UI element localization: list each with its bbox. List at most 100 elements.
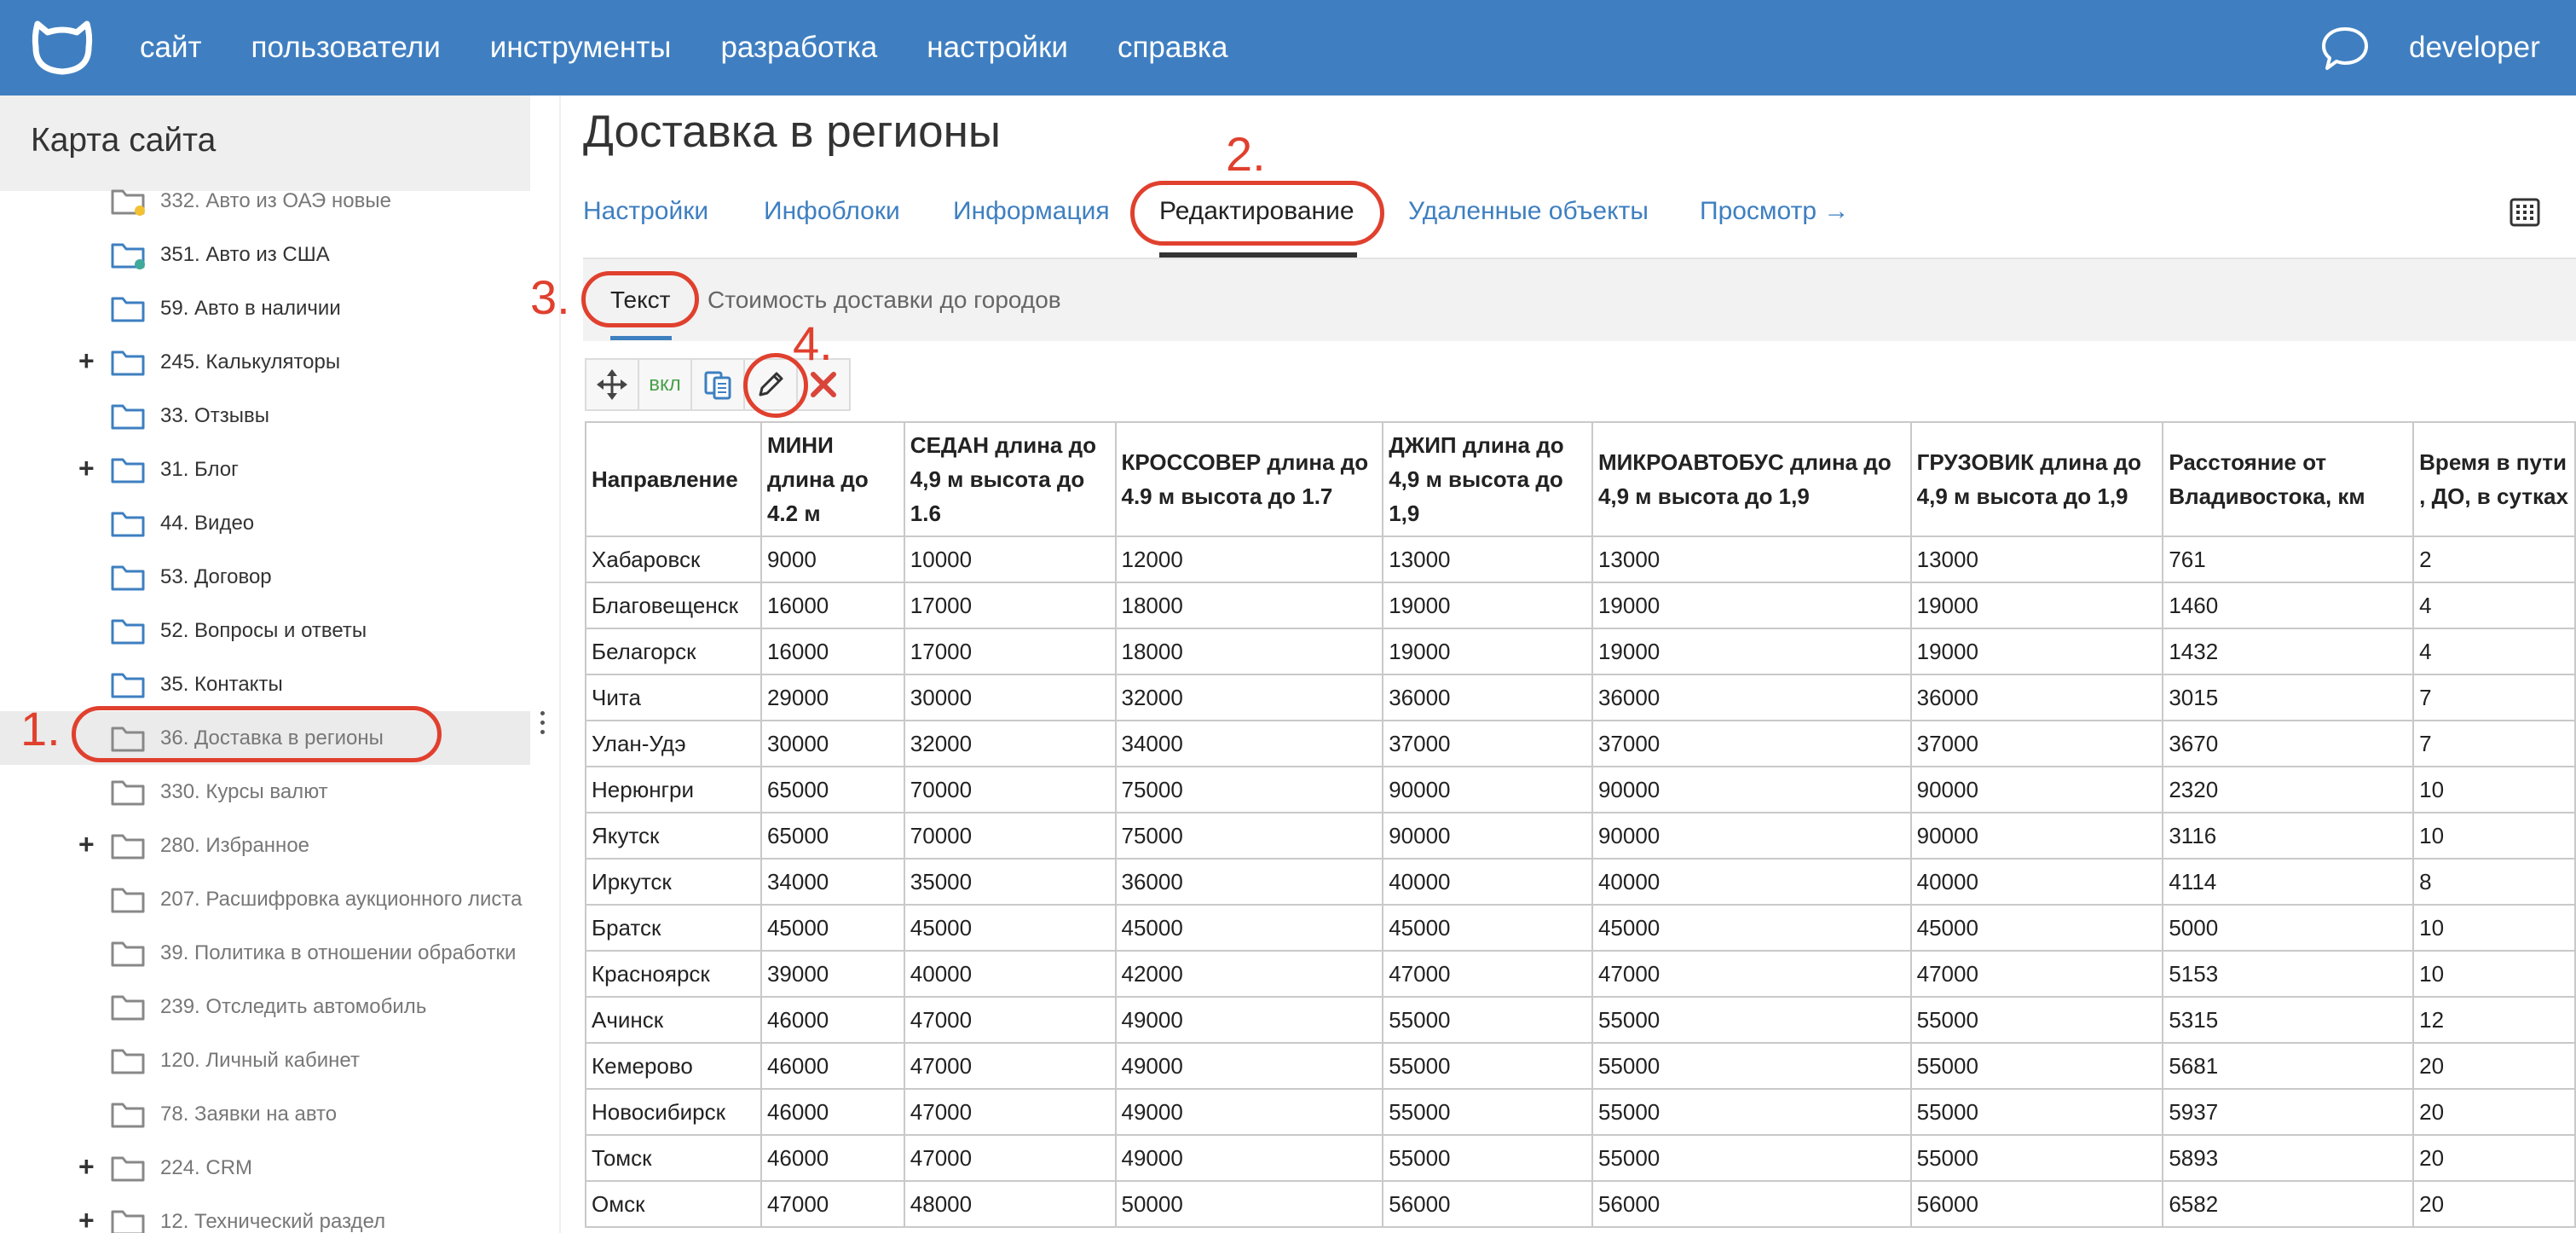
nav-tools[interactable]: инструменты <box>490 31 672 65</box>
nav-users[interactable]: пользователи <box>251 31 441 65</box>
table-cell: 20 <box>2412 1180 2576 1228</box>
table-cell: 49000 <box>1114 1088 1384 1136</box>
table-cell: 18000 <box>1114 628 1384 675</box>
expand-plus-icon[interactable]: + <box>78 451 95 485</box>
tab-preview[interactable]: Просмотр → <box>1700 188 1849 235</box>
chat-bubble-icon[interactable] <box>2320 26 2370 72</box>
table-cell: 10 <box>2412 904 2576 952</box>
table-cell: 48000 <box>903 1180 1117 1228</box>
sidebar-tree-item[interactable]: 78. Заявки на авто <box>0 1087 530 1141</box>
nav-site[interactable]: сайт <box>140 31 202 65</box>
close-icon <box>811 372 836 397</box>
table-cell: 36000 <box>1382 674 1593 721</box>
sidebar-tree-item-label: 59. Авто в наличии <box>160 297 341 320</box>
table-header-cell: Направление <box>585 421 762 537</box>
sidebar-tree-item[interactable]: 351. Авто из США <box>0 228 530 281</box>
expand-plus-icon[interactable]: + <box>78 1203 95 1233</box>
tab-infoblocks[interactable]: Инфоблоки <box>764 188 900 235</box>
expand-plus-icon[interactable]: + <box>78 1149 95 1184</box>
table-cell: Кемерово <box>585 1042 762 1090</box>
tab-settings[interactable]: Настройки <box>583 188 708 235</box>
table-row: Красноярск 39000 40000 42000 47000 47000 47000… <box>585 950 2576 998</box>
sidebar-tree-item[interactable]: +31. Блог <box>0 443 530 496</box>
table-cell: 3116 <box>2162 812 2415 860</box>
folder-icon <box>111 188 145 216</box>
sidebar-divider <box>559 96 561 1233</box>
move-button[interactable] <box>585 358 639 411</box>
table-cell: Братск <box>585 904 762 952</box>
cat-logo-icon[interactable] <box>31 19 94 77</box>
sidebar-tree-item[interactable]: 35. Контакты <box>0 657 530 711</box>
sidebar-tree-item[interactable]: 239. Отследить автомобиль <box>0 980 530 1033</box>
table-cell: 55000 <box>1382 1134 1593 1182</box>
sidebar-tree-item[interactable]: +245. Калькуляторы <box>0 335 530 389</box>
table-cell: 46000 <box>760 1134 905 1182</box>
nav-development[interactable]: разработка <box>720 31 877 65</box>
table-cell: 47000 <box>1382 950 1593 998</box>
sidebar-tree-item[interactable]: 332. Авто из ОАЭ новые <box>0 174 530 228</box>
sidebar-tree-item[interactable]: 53. Договор <box>0 550 530 604</box>
sidebar-resize-handle[interactable] <box>539 706 546 754</box>
table-cell: Новосибирск <box>585 1088 762 1136</box>
top-bar: сайт пользователи инструменты разработка… <box>0 0 2576 96</box>
table-cell: Красноярск <box>585 950 762 998</box>
table-cell: 10 <box>2412 812 2576 860</box>
sidebar-tree-item[interactable]: 59. Авто в наличии <box>0 281 530 335</box>
table-cell: 35000 <box>903 858 1117 906</box>
table-cell: 34000 <box>760 858 905 906</box>
table-header-cell: ДЖИП длина до 4,9 м высота до 1,9 <box>1382 421 1593 537</box>
table-cell: 36000 <box>1909 674 2164 721</box>
sidebar-tree-item[interactable]: 33. Отзывы <box>0 389 530 443</box>
table-cell: 17000 <box>903 628 1117 675</box>
folder-icon <box>111 1208 145 1233</box>
sidebar-tree-item[interactable]: 44. Видео <box>0 496 530 550</box>
sidebar-tree-item-label: 245. Калькуляторы <box>160 350 341 373</box>
table-cell: 19000 <box>1591 628 1912 675</box>
table-cell: 12 <box>2412 996 2576 1044</box>
table-cell: 13000 <box>1591 535 1912 583</box>
tab-information[interactable]: Информация <box>953 188 1110 235</box>
nav-help[interactable]: справка <box>1118 31 1228 65</box>
sidebar-tree-item-label: 52. Вопросы и ответы <box>160 619 367 642</box>
table-cell: 19000 <box>1382 582 1593 629</box>
table-row: Братск 45000 45000 45000 45000 45000 45000 5000… <box>585 904 2576 952</box>
user-menu[interactable]: developer <box>2409 0 2540 96</box>
table-cell: Белагорск <box>585 628 762 675</box>
sidebar-tree-item-label: 31. Блог <box>160 458 239 481</box>
sidebar-tree-item[interactable]: 330. Курсы валют <box>0 765 530 819</box>
table-cell: 55000 <box>1909 1042 2164 1090</box>
sidebar-tree-item-label: 35. Контакты <box>160 673 283 696</box>
sidebar-tree-item-label: 351. Авто из США <box>160 243 330 266</box>
table-cell: 37000 <box>1591 720 1912 767</box>
sidebar-tree-item[interactable]: +224. CRM <box>0 1141 530 1195</box>
expand-plus-icon[interactable]: + <box>78 344 95 378</box>
table-cell: Якутск <box>585 812 762 860</box>
table-row: Улан-Удэ 30000 32000 34000 37000 37000 37000 36… <box>585 720 2576 767</box>
table-cell: 65000 <box>760 766 905 813</box>
table-cell: 34000 <box>1114 720 1384 767</box>
table-row: Иркутск 34000 35000 36000 40000 40000 40000 411… <box>585 858 2576 906</box>
sidebar-tree-item[interactable]: +12. Технический раздел <box>0 1195 530 1233</box>
sidebar-tree-item[interactable]: 52. Вопросы и ответы <box>0 604 530 657</box>
copy-icon <box>704 371 731 400</box>
table-cell: 5681 <box>2162 1042 2415 1090</box>
sidebar-title: Карта сайта <box>31 122 217 159</box>
toggle-on-button[interactable]: вкл <box>638 358 692 411</box>
tab-deleted-objects[interactable]: Удаленные объекты <box>1408 188 1649 235</box>
subtab-delivery-cost[interactable]: Стоимость доставки до городов <box>708 259 1061 341</box>
table-cell: 40000 <box>1382 858 1593 906</box>
table-cell: 30000 <box>760 720 905 767</box>
sidebar-tree-item[interactable]: 207. Расшифровка аукционного листа <box>0 872 530 926</box>
main-tabs: Настройки Инфоблоки Информация Редактиро… <box>583 188 2552 256</box>
sidebar-tree-item[interactable]: +280. Избранное <box>0 819 530 872</box>
table-cell: 55000 <box>1909 1134 2164 1182</box>
sidebar-tree-item[interactable]: 39. Политика в отношении обработки <box>0 926 530 980</box>
table-cell: 90000 <box>1909 812 2164 860</box>
sidebar-tree-item[interactable]: 120. Личный кабинет <box>0 1033 530 1087</box>
table-cell: 46000 <box>760 1042 905 1090</box>
expand-plus-icon[interactable]: + <box>78 827 95 861</box>
grid-icon[interactable] <box>2510 198 2540 227</box>
table-cell: Благовещенск <box>585 582 762 629</box>
copy-button[interactable] <box>690 358 745 411</box>
nav-settings[interactable]: настройки <box>927 31 1068 65</box>
